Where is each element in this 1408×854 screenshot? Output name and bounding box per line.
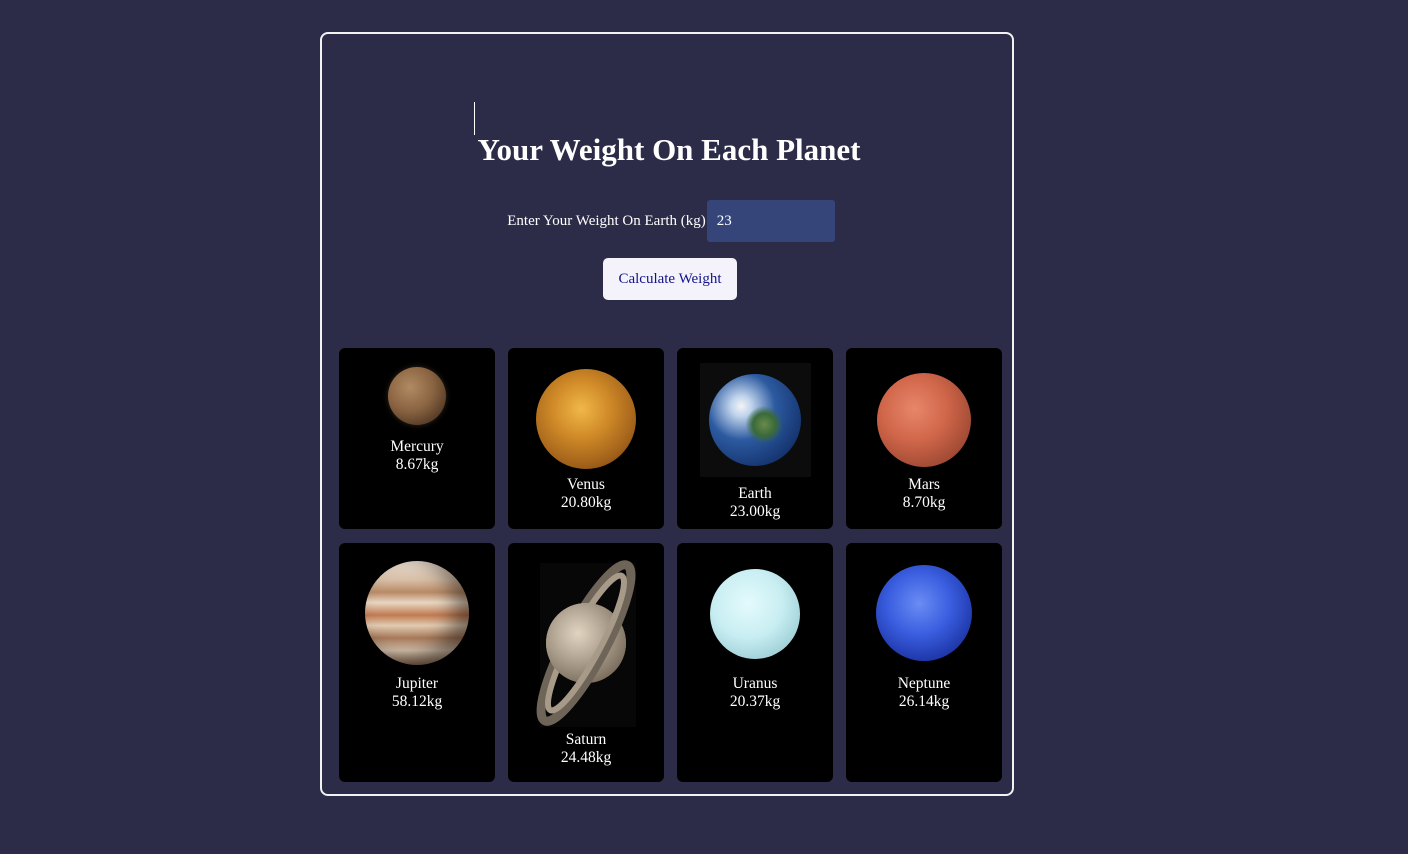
planet-weight: 20.80kg (560, 494, 612, 511)
planet-weight: 8.70kg (902, 494, 946, 511)
planet-card-mars: Mars 8.70kg (846, 348, 1002, 529)
planet-weight: 20.37kg (729, 693, 781, 710)
mars-planet-icon (877, 373, 971, 467)
planet-card-venus: Venus 20.80kg (508, 348, 664, 529)
weight-input-label: Enter Your Weight On Earth (kg) (507, 213, 706, 229)
uranus-planet-icon (710, 569, 800, 659)
weight-input[interactable] (706, 200, 835, 242)
venus-planet-icon (536, 369, 636, 469)
planet-name: Saturn (565, 731, 607, 748)
calculator-panel: Your Weight On Each Planet Enter Your We… (320, 32, 1014, 796)
planet-image-wrap (508, 543, 664, 729)
planet-name: Venus (567, 476, 605, 493)
planet-name: Earth (738, 485, 772, 502)
planet-weight: 23.00kg (729, 503, 781, 520)
mercury-planet-icon (388, 367, 446, 425)
planet-grid: Mercury 8.67kg Venus 20.80kg Earth 23.00… (339, 348, 1002, 782)
planet-image-wrap (846, 348, 1002, 468)
planet-name: Neptune (897, 675, 951, 692)
planet-image-wrap (677, 543, 833, 659)
page-title: Your Weight On Each Planet (477, 132, 861, 167)
earth-planet-icon (709, 374, 801, 466)
planet-weight: 24.48kg (560, 749, 612, 766)
calculate-weight-button[interactable]: Calculate Weight (603, 258, 737, 300)
planet-image-wrap (508, 348, 664, 469)
planet-card-earth: Earth 23.00kg (677, 348, 833, 529)
planet-card-uranus: Uranus 20.37kg (677, 543, 833, 782)
planet-name: Uranus (732, 675, 778, 692)
planet-weight: 8.67kg (395, 456, 439, 473)
planet-weight: 26.14kg (898, 693, 950, 710)
planet-card-jupiter: Jupiter 58.12kg (339, 543, 495, 782)
neptune-planet-icon (876, 565, 972, 661)
planet-image-wrap (339, 348, 495, 426)
planet-name: Jupiter (395, 675, 439, 692)
planet-weight: 58.12kg (391, 693, 443, 710)
planet-name: Mercury (390, 438, 444, 455)
saturn-planet-icon (536, 560, 636, 727)
planet-card-mercury: Mercury 8.67kg (339, 348, 495, 529)
weight-input-row: Enter Your Weight On Earth (kg) (322, 200, 1012, 242)
planet-image-wrap (677, 348, 833, 477)
planet-name: Mars (908, 476, 940, 493)
jupiter-planet-icon (365, 561, 469, 665)
planet-image-wrap (846, 543, 1002, 661)
planet-card-saturn: Saturn 24.48kg (508, 543, 664, 782)
planet-image-wrap (339, 543, 495, 665)
earth-image-frame (699, 363, 811, 477)
planet-card-neptune: Neptune 26.14kg (846, 543, 1002, 782)
